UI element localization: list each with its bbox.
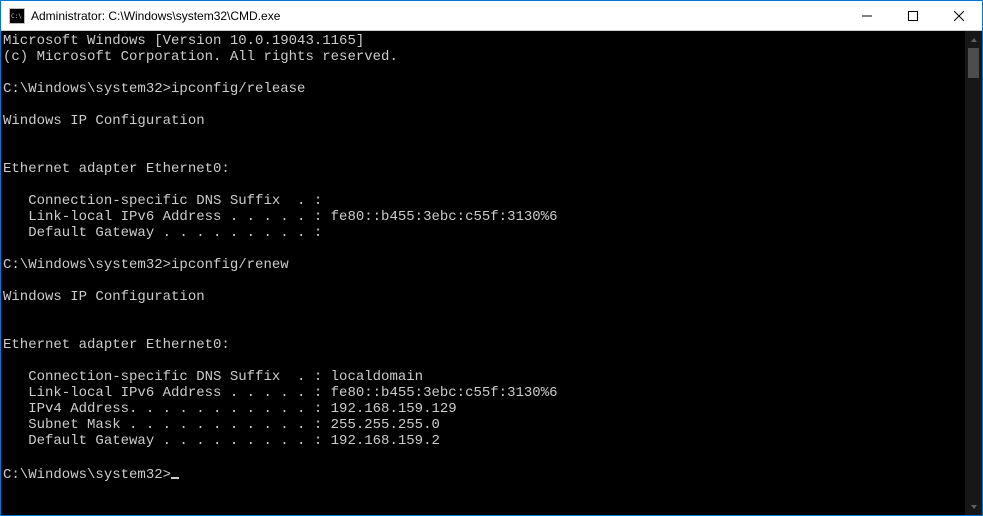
output-line: Subnet Mask . . . . . . . . . . . : 255.… bbox=[3, 417, 440, 433]
adapter-title: Ethernet adapter Ethernet0: bbox=[3, 161, 230, 177]
vertical-scrollbar[interactable] bbox=[965, 31, 982, 515]
command: ipconfig/renew bbox=[171, 257, 289, 273]
prompt: C:\Windows\system32> bbox=[3, 257, 171, 273]
titlebar[interactable]: C:\ Administrator: C:\Windows\system32\C… bbox=[1, 1, 982, 31]
scroll-up-icon[interactable] bbox=[965, 31, 982, 48]
scroll-down-icon[interactable] bbox=[965, 498, 982, 515]
adapter-title: Ethernet adapter Ethernet0: bbox=[3, 337, 230, 353]
console-output[interactable]: Microsoft Windows [Version 10.0.19043.11… bbox=[1, 31, 965, 515]
console-area: Microsoft Windows [Version 10.0.19043.11… bbox=[1, 31, 982, 515]
cursor bbox=[171, 465, 179, 479]
prompt: C:\Windows\system32> bbox=[3, 81, 171, 97]
close-button[interactable] bbox=[936, 1, 982, 30]
output-line: Default Gateway . . . . . . . . . : 192.… bbox=[3, 433, 440, 449]
scrollbar-track[interactable] bbox=[965, 48, 982, 498]
output-line: Default Gateway . . . . . . . . . : bbox=[3, 225, 322, 241]
prompt: C:\Windows\system32> bbox=[3, 467, 171, 483]
cmd-icon: C:\ bbox=[9, 8, 25, 24]
maximize-button[interactable] bbox=[890, 1, 936, 30]
cmd-window: C:\ Administrator: C:\Windows\system32\C… bbox=[1, 1, 982, 515]
window-controls bbox=[844, 1, 982, 30]
output-line: Link-local IPv6 Address . . . . . : fe80… bbox=[3, 209, 558, 225]
window-title: Administrator: C:\Windows\system32\CMD.e… bbox=[31, 9, 844, 23]
scrollbar-thumb[interactable] bbox=[968, 48, 979, 78]
svg-text:C:\: C:\ bbox=[11, 13, 22, 20]
output-header: Windows IP Configuration bbox=[3, 289, 205, 305]
banner-line: Microsoft Windows [Version 10.0.19043.11… bbox=[3, 33, 364, 49]
banner-line: (c) Microsoft Corporation. All rights re… bbox=[3, 49, 398, 65]
output-line: IPv4 Address. . . . . . . . . . . : 192.… bbox=[3, 401, 457, 417]
output-line: Connection-specific DNS Suffix . : local… bbox=[3, 369, 423, 385]
output-line: Connection-specific DNS Suffix . : bbox=[3, 193, 322, 209]
output-header: Windows IP Configuration bbox=[3, 113, 205, 129]
minimize-button[interactable] bbox=[844, 1, 890, 30]
command: ipconfig/release bbox=[171, 81, 305, 97]
output-line: Link-local IPv6 Address . . . . . : fe80… bbox=[3, 385, 558, 401]
